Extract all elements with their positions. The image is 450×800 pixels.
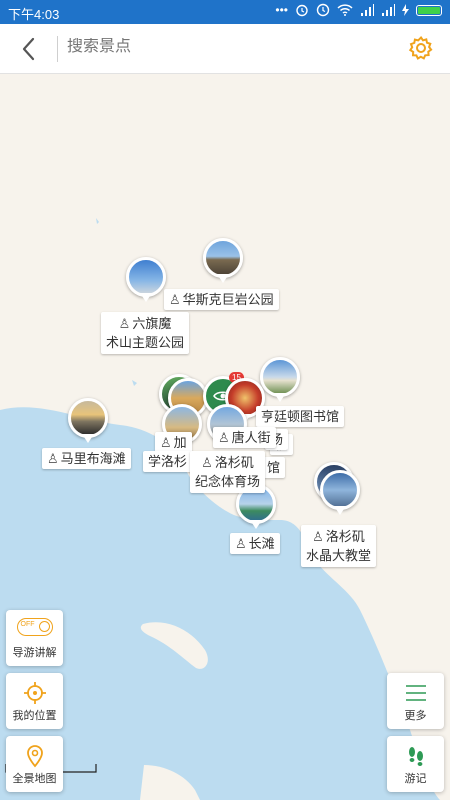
signal-icon-2 [382,4,395,16]
header-divider [57,36,58,62]
header [0,24,450,74]
photo-thumbnail [126,257,166,297]
battery-icon [416,4,442,16]
more-dots-icon: ••• [275,3,288,17]
person-icon: ♙ [235,536,247,551]
alarm-icon [296,4,308,17]
gear-icon[interactable] [408,35,434,61]
person-icon: ♙ [312,529,324,544]
photo-thumbnail [320,470,360,510]
map-pin-icon [26,745,43,768]
photo-thumbnail [68,398,108,438]
place-label-partial-5[interactable]: 馆 [262,457,286,478]
toggle-switch-icon: OFF [6,618,63,642]
my-location-button[interactable]: 我的位置 [6,673,63,729]
guide-toggle-button[interactable]: OFF 导游讲解 [6,610,63,666]
crosshair-icon [23,682,46,704]
wifi-icon [337,4,353,16]
photo-thumbnail [260,357,300,397]
more-button[interactable]: 更多 [387,673,444,729]
travelogue-button[interactable]: 游记 [387,736,444,792]
place-label-long-beach[interactable]: ♙ 长滩 [230,533,280,554]
place-label-partial-4[interactable]: 学洛杉 [143,451,193,472]
status-bar: 下午4:03 ••• [0,0,450,24]
person-icon: ♙ [118,316,131,331]
full-map-button[interactable]: 全景地图 [6,736,63,792]
map-pin-six-flags[interactable] [126,257,166,305]
charging-icon [402,4,409,16]
place-label-six-flags[interactable]: ♙ 六旗魔 术山主题公园 [101,312,190,354]
footprints-icon [408,747,423,766]
place-label-huntington-library[interactable]: 亨廷顿图书馆 [256,406,345,427]
person-icon: ♙ [201,455,213,470]
map-pin-huntington-library[interactable] [260,357,300,405]
person-icon: ♙ [169,292,181,307]
chevron-left-icon[interactable] [16,35,44,63]
place-label-memorial-coliseum[interactable]: ♙ 洛杉矶 纪念体育场 [190,451,266,493]
place-label-rock-park[interactable]: ♙ 华斯克巨岩公园 [164,289,279,310]
map-pin-malibu-beach[interactable] [68,398,108,446]
search-input[interactable] [67,38,367,56]
map-view[interactable]: 15 ♙ 华斯克巨岩公园 ♙ 六旗魔 术山主题公园 亨廷顿图书馆 ♙ 马里布海滩 ♙ 加… [0,74,450,800]
status-icons: ••• [275,3,442,17]
menu-lines-icon [405,685,426,701]
place-label-chinatown[interactable]: ♙ 唐人街 [213,427,276,448]
map-pin-rock-park[interactable] [203,238,243,286]
status-time: 下午4:03 [8,7,60,22]
person-icon: ♙ [47,451,59,466]
place-label-malibu-beach[interactable]: ♙ 马里布海滩 [42,448,131,469]
signal-icon [361,4,374,16]
map-pin-crystal-cathedral[interactable] [320,470,360,518]
person-icon: ♙ [218,430,230,445]
photo-thumbnail [203,238,243,278]
place-label-crystal-cathedral[interactable]: ♙ 洛杉矶 水晶大教堂 [301,525,377,567]
clock-icon [316,3,330,17]
place-label-partial-1[interactable]: ♙ 加 [155,432,192,453]
person-icon: ♙ [160,435,172,450]
